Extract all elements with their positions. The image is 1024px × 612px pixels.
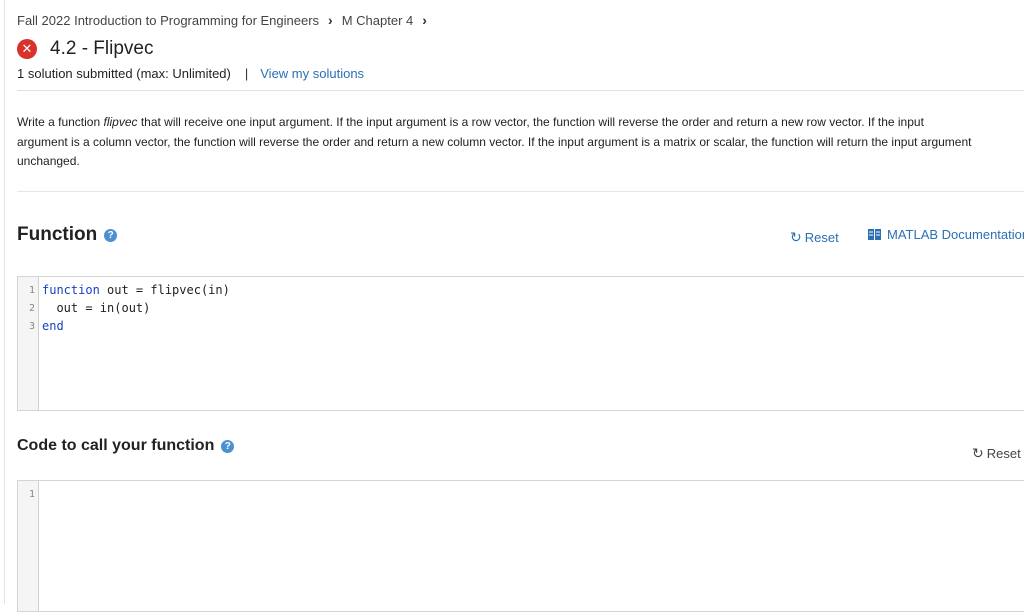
breadcrumb: Fall 2022 Introduction to Programming fo… [17,12,436,28]
function-name: flipvec [103,115,138,129]
code-line[interactable]: 1 [18,485,1024,503]
problem-description: Write a function flipvec that will recei… [17,113,977,172]
line-number: 3 [28,320,35,332]
reset-label: Reset [804,230,839,245]
code-line[interactable]: 1 function out = flipvec(in) [18,281,1024,299]
line-number: 2 [28,302,35,314]
function-code-editor[interactable]: 1 function out = flipvec(in) 2 out = in(… [17,276,1024,411]
left-border [4,0,5,604]
function-title-text: Function [17,224,98,245]
reset-icon: ↻ [790,229,802,245]
breadcrumb-chapter[interactable]: M Chapter 4 [342,13,414,28]
docs-label: MATLAB Documentation [887,227,1024,242]
page-title: 4.2 - Flipvec [50,38,154,59]
view-solutions-link[interactable]: View my solutions [260,66,364,81]
help-icon[interactable]: ? [221,439,235,453]
keyword: function [42,283,100,297]
description-lead: Write a function [17,115,104,129]
reset-function-button[interactable]: ↻ Reset [790,229,839,246]
call-section-title: Code to call your function ? [17,437,235,455]
keyword: end [42,319,64,333]
chevron-right-icon[interactable]: › [422,12,427,28]
reset-call-button[interactable]: ↻ Reset [972,445,1021,462]
line-number: 1 [28,284,35,296]
submission-count: 1 solution submitted (max: Unlimited) [17,66,231,81]
separator: | [244,66,249,81]
code-line[interactable]: 3 end [18,317,1024,335]
code-content: out = in(out) [42,301,151,315]
chevron-right-icon: › [328,12,333,28]
matlab-documentation-link[interactable]: MATLAB Documentation [868,227,1024,242]
divider [17,90,1024,91]
problem-header: ✕ 4.2 - Flipvec [17,38,153,60]
description-rest: that will receive one input argument. If… [17,115,972,168]
divider [17,191,1024,192]
submission-info: 1 solution submitted (max: Unlimited) | … [17,66,364,81]
book-icon [868,229,881,240]
x-circle-icon: ✕ [17,39,37,59]
call-title-text: Code to call your function [17,437,215,454]
code-text: out = in(out) [42,301,150,315]
reset-label: Reset [986,446,1021,461]
code-line[interactable]: 2 out = in(out) [18,299,1024,317]
code-text: end [42,319,64,333]
reset-icon: ↻ [972,445,984,461]
breadcrumb-course[interactable]: Fall 2022 Introduction to Programming fo… [17,13,319,28]
line-number: 1 [28,488,35,500]
code-text: function out = flipvec(in) [42,283,230,297]
function-section-title: Function ? [17,224,118,246]
call-code-editor[interactable]: 1 [17,480,1024,612]
code-content: out = flipvec(in) [99,283,230,297]
help-icon[interactable]: ? [104,228,118,242]
